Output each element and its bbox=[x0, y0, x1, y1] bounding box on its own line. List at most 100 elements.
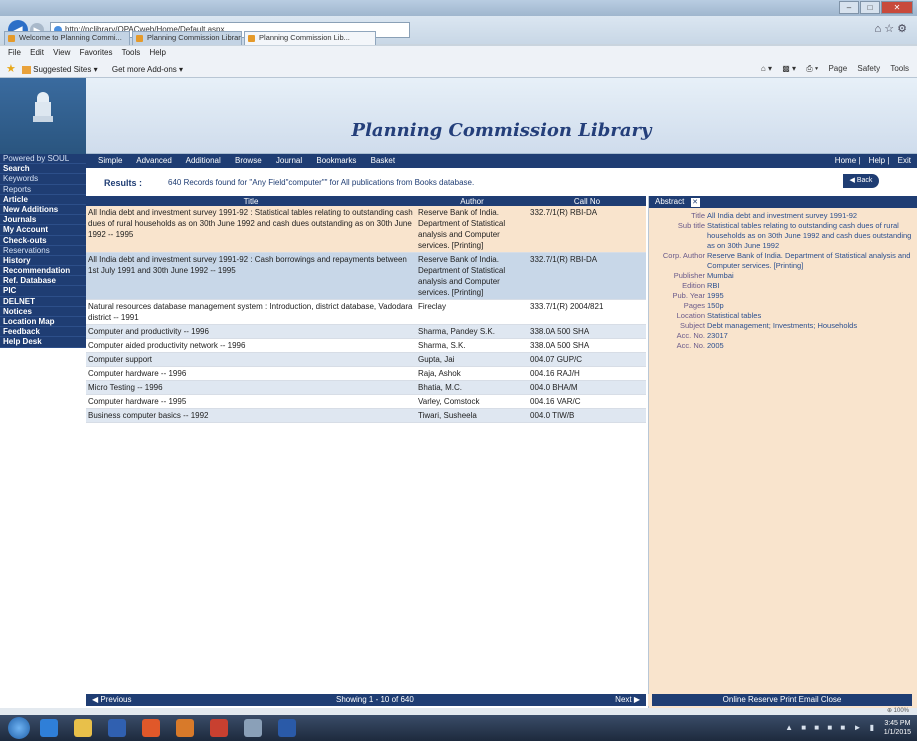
field-value: Statistical tables relating to outstandi… bbox=[707, 221, 912, 250]
sidebar-item-delnet[interactable]: DELNET bbox=[0, 297, 86, 307]
system-tray[interactable]: ▲ ■ ■ ■ ■ ► ▮ bbox=[785, 723, 877, 732]
link-help[interactable]: Help bbox=[869, 156, 885, 165]
tab-active[interactable]: Planning Commission Lib... bbox=[244, 31, 376, 45]
tab-basket[interactable]: Basket bbox=[371, 156, 395, 165]
print-icon[interactable]: ⎙ ▾ bbox=[806, 64, 818, 73]
sidebar-item-feedback[interactable]: Feedback bbox=[0, 327, 86, 338]
sidebar-item-help-desk[interactable]: Help Desk bbox=[0, 337, 86, 348]
sidebar-item-search[interactable]: Search bbox=[0, 164, 86, 175]
back-button[interactable]: ◀ Back bbox=[843, 174, 879, 188]
cell-title[interactable]: Business computer basics -- 1992 bbox=[86, 408, 416, 423]
table-row[interactable]: Computer hardware -- 1996 Raja, Ashok 004.… bbox=[86, 366, 646, 381]
cell-title[interactable]: Natural resources database management sy… bbox=[86, 299, 416, 325]
table-row[interactable]: Micro Testing -- 1996 Bhatia, M.C. 004.0 B… bbox=[86, 380, 646, 395]
menu-bar: File Edit View Favorites Tools Help bbox=[0, 46, 917, 60]
menu-favorites[interactable]: Favorites bbox=[80, 48, 113, 57]
cell-call: 333.7/1(R) 2004/821 bbox=[528, 299, 646, 325]
table-header-row: Title Author Call No bbox=[86, 196, 646, 206]
abstract-field: Edition RBI bbox=[649, 281, 917, 291]
command-page[interactable]: Page bbox=[828, 64, 847, 73]
ie-taskbar-icon[interactable] bbox=[40, 719, 58, 737]
abstract-field: Acc. No. 2005 bbox=[649, 341, 917, 351]
feeds-icon[interactable]: ▩ ▾ bbox=[782, 64, 796, 73]
zoom-level[interactable]: ⊕ 100% bbox=[887, 708, 909, 714]
sidebar-item-location-map[interactable]: Location Map bbox=[0, 317, 86, 328]
table-row[interactable]: Business computer basics -- 1992 Tiwari, … bbox=[86, 408, 646, 423]
sidebar-item-journals[interactable]: Journals bbox=[0, 215, 86, 226]
maximize-button[interactable]: □ bbox=[860, 1, 880, 14]
next-link[interactable]: Next ▶ bbox=[615, 694, 640, 706]
tab-additional[interactable]: Additional bbox=[186, 156, 221, 165]
table-row[interactable]: Computer support Gupta, Jai 004.07 GUP/C bbox=[86, 352, 646, 367]
sidebar-item-keywords[interactable]: Keywords bbox=[0, 174, 86, 185]
powerpoint-taskbar-icon[interactable] bbox=[210, 719, 228, 737]
tab-journal[interactable]: Journal bbox=[276, 156, 302, 165]
menu-view[interactable]: View bbox=[53, 48, 70, 57]
media-taskbar-icon[interactable] bbox=[108, 719, 126, 737]
abstract-actions[interactable]: Online Reserve Print Email Close bbox=[652, 694, 912, 706]
tab-library[interactable]: Planning Commission Library bbox=[132, 31, 242, 45]
sidebar-item-recommendation[interactable]: Recommendation bbox=[0, 266, 86, 277]
table-row[interactable]: Computer and productivity -- 1996 Sharma,… bbox=[86, 324, 646, 339]
previous-link[interactable]: ◀ Previous bbox=[92, 694, 132, 706]
cell-title[interactable]: Computer and productivity -- 1996 bbox=[86, 324, 416, 339]
field-label: Corp. Author bbox=[662, 251, 705, 260]
sidebar-item-article[interactable]: Article bbox=[0, 195, 86, 205]
sidebar-item-notices[interactable]: Notices bbox=[0, 307, 86, 317]
close-icon[interactable]: ✕ bbox=[690, 198, 700, 207]
start-button-icon[interactable] bbox=[8, 717, 30, 739]
firefox-taskbar-icon[interactable] bbox=[176, 719, 194, 737]
chrome-taskbar-icon[interactable] bbox=[142, 719, 160, 737]
menu-help[interactable]: Help bbox=[150, 48, 166, 57]
tab-bookmarks[interactable]: Bookmarks bbox=[316, 156, 356, 165]
col-author[interactable]: Author bbox=[416, 196, 528, 206]
table-row[interactable]: Computer aided productivity network -- 1… bbox=[86, 338, 646, 353]
menu-edit[interactable]: Edit bbox=[30, 48, 44, 57]
cell-title[interactable]: Computer aided productivity network -- 1… bbox=[86, 338, 416, 353]
link-home[interactable]: Home bbox=[835, 156, 856, 165]
fav-suggested-sites[interactable]: Suggested Sites ▾ bbox=[22, 65, 98, 74]
sidebar-item-ref-database[interactable]: Ref. Database bbox=[0, 276, 86, 287]
field-value: 150p bbox=[707, 301, 724, 310]
menu-tools[interactable]: Tools bbox=[122, 48, 141, 57]
explorer-taskbar-icon[interactable] bbox=[74, 719, 92, 737]
cell-title[interactable]: All India debt and investment survey 199… bbox=[86, 252, 416, 300]
table-row[interactable]: All India debt and investment survey 199… bbox=[86, 206, 646, 253]
cell-title[interactable]: Computer hardware -- 1996 bbox=[86, 366, 416, 381]
sidebar-item-check-outs[interactable]: Check-outs bbox=[0, 236, 86, 246]
clock[interactable]: 3:45 PM 1/1/2015 bbox=[884, 719, 911, 737]
cell-title[interactable]: All India debt and investment survey 199… bbox=[86, 206, 416, 253]
table-row[interactable]: All India debt and investment survey 199… bbox=[86, 252, 646, 300]
command-safety[interactable]: Safety bbox=[857, 64, 880, 73]
fav-get-addons[interactable]: Get more Add-ons ▾ bbox=[112, 65, 183, 74]
sidebar-item-reservations[interactable]: Reservations bbox=[0, 246, 86, 256]
cell-call: 004.16 RAJ/H bbox=[528, 366, 646, 381]
table-row[interactable]: Natural resources database management sy… bbox=[86, 299, 646, 325]
cell-title[interactable]: Micro Testing -- 1996 bbox=[86, 380, 416, 395]
close-window-button[interactable]: ✕ bbox=[881, 1, 913, 14]
tab-advanced[interactable]: Advanced bbox=[136, 156, 172, 165]
col-call-no[interactable]: Call No bbox=[528, 196, 646, 206]
sidebar-item-reports[interactable]: Reports bbox=[0, 185, 86, 195]
tab-browse[interactable]: Browse bbox=[235, 156, 262, 165]
results-summary: Results : 640 Records found for "Any Fie… bbox=[86, 168, 917, 196]
word-taskbar-icon[interactable] bbox=[278, 719, 296, 737]
table-row[interactable]: Computer hardware -- 1995 Varley, Comstoc… bbox=[86, 394, 646, 409]
sidebar-item-new-additions[interactable]: New Additions bbox=[0, 205, 86, 216]
tab-simple[interactable]: Simple bbox=[98, 156, 122, 165]
cell-title[interactable]: Computer hardware -- 1995 bbox=[86, 394, 416, 409]
col-title[interactable]: Title bbox=[86, 196, 416, 206]
sidebar-item-my-account[interactable]: My Account bbox=[0, 225, 86, 236]
home-icon[interactable]: ⌂ ▾ bbox=[761, 64, 772, 73]
cell-author: Sharma, S.K. bbox=[416, 338, 528, 353]
minimize-button[interactable]: – bbox=[839, 1, 859, 14]
link-exit[interactable]: Exit bbox=[898, 156, 911, 165]
tab-welcome[interactable]: Welcome to Planning Commi... bbox=[4, 31, 130, 45]
menu-file[interactable]: File bbox=[8, 48, 21, 57]
favorites-star-icon[interactable]: ★ bbox=[6, 63, 16, 75]
command-tools[interactable]: Tools bbox=[890, 64, 909, 73]
sidebar-item-pic[interactable]: PIC bbox=[0, 286, 86, 297]
sidebar-item-history[interactable]: History bbox=[0, 256, 86, 267]
window-taskbar-icon[interactable] bbox=[244, 719, 262, 737]
cell-title[interactable]: Computer support bbox=[86, 352, 416, 367]
